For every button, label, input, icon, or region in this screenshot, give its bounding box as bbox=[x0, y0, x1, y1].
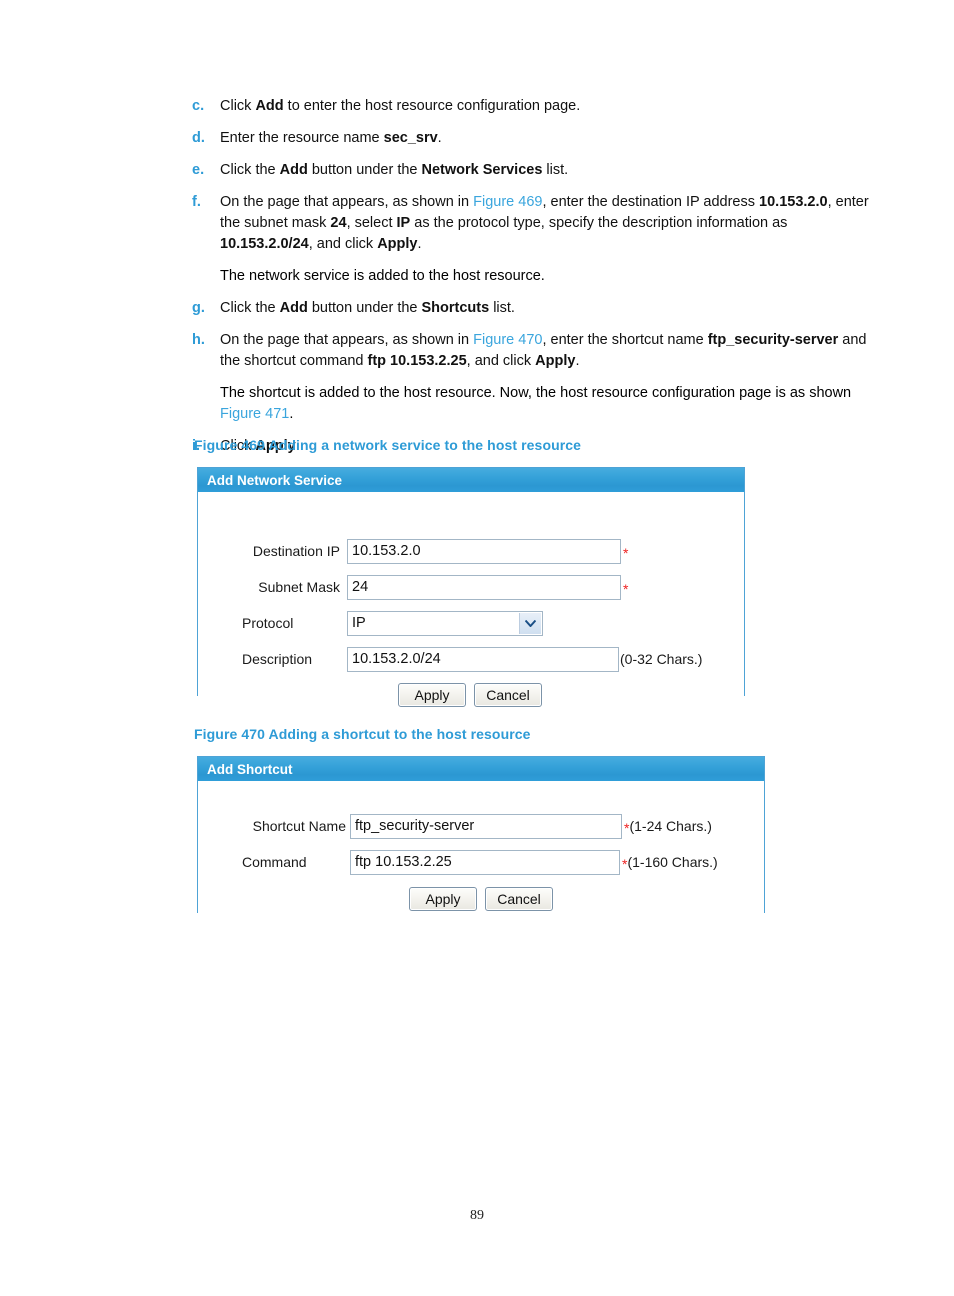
list-item: d. Enter the resource name sec_srv. bbox=[192, 128, 882, 149]
list-item: g. Click the Add button under the Shortc… bbox=[192, 298, 882, 319]
shortcut-name-input[interactable]: ftp_security-server bbox=[350, 813, 622, 839]
figure-470-caption: Figure 470 Adding a shortcut to the host… bbox=[194, 726, 531, 742]
description-hint: (0-32 Chars.) bbox=[620, 651, 703, 667]
dialog-body: Destination IP 10.153.2.0 * Subnet Mask … bbox=[198, 493, 744, 707]
list-marker: c. bbox=[192, 98, 205, 114]
list-item: c. Click Add to enter the host resource … bbox=[192, 96, 882, 117]
cancel-button[interactable]: Cancel bbox=[485, 887, 553, 911]
form-row-subnet-mask: Subnet Mask 24 * bbox=[242, 574, 628, 600]
list-item-text: Click the Add button under the Network S… bbox=[220, 162, 569, 178]
protocol-select-value: IP bbox=[352, 614, 366, 631]
required-asterisk: * bbox=[623, 581, 629, 597]
dialog-button-row: Apply Cancel bbox=[398, 683, 542, 707]
form-row-shortcut-name: Shortcut Name ftp_security-server * (1-2… bbox=[242, 813, 712, 839]
form-row-protocol: Protocol IP bbox=[242, 610, 543, 636]
protocol-label: Protocol bbox=[242, 615, 294, 631]
list-item-text: Click the Add button under the Shortcuts… bbox=[220, 300, 515, 316]
list-marker: d. bbox=[192, 130, 205, 146]
description-input[interactable]: 10.153.2.0/24 bbox=[347, 646, 619, 672]
required-asterisk: * bbox=[622, 856, 628, 872]
cancel-button[interactable]: Cancel bbox=[474, 683, 542, 707]
form-row-command: Command ftp 10.153.2.25 * (1-160 Chars.) bbox=[242, 849, 718, 875]
dialog-button-row: Apply Cancel bbox=[409, 887, 553, 911]
add-shortcut-dialog: Add Shortcut Shortcut Name ftp_security-… bbox=[197, 756, 765, 913]
apply-button[interactable]: Apply bbox=[398, 683, 466, 707]
command-input[interactable]: ftp 10.153.2.25 bbox=[350, 849, 620, 875]
list-item: e. Click the Add button under the Networ… bbox=[192, 160, 882, 181]
list-item: f. On the page that appears, as shown in… bbox=[192, 192, 882, 255]
destination-ip-label: Destination IP bbox=[252, 543, 340, 559]
document-page: c. Click Add to enter the host resource … bbox=[0, 0, 954, 1296]
form-row-destination-ip: Destination IP 10.153.2.0 * bbox=[242, 538, 628, 564]
add-network-service-dialog: Add Network Service Destination IP 10.15… bbox=[197, 467, 745, 707]
subnet-mask-label: Subnet Mask bbox=[258, 579, 340, 595]
required-asterisk: * bbox=[623, 545, 629, 561]
list-item-text: Enter the resource name sec_srv. bbox=[220, 130, 442, 146]
list-item: h. On the page that appears, as shown in… bbox=[192, 330, 882, 372]
list-item-text: On the page that appears, as shown in Fi… bbox=[220, 194, 869, 252]
form-row-description: Description 10.153.2.0/24 (0-32 Chars.) bbox=[242, 646, 702, 672]
description-label: Description bbox=[242, 651, 313, 667]
dialog-body: Shortcut Name ftp_security-server * (1-2… bbox=[198, 782, 764, 913]
protocol-select[interactable]: IP bbox=[347, 610, 543, 636]
list-item-text: Click Add to enter the host resource con… bbox=[220, 98, 581, 114]
list-marker: g. bbox=[192, 300, 205, 316]
chevron-down-icon[interactable] bbox=[519, 612, 541, 634]
apply-button[interactable]: Apply bbox=[409, 887, 477, 911]
list-item-text: On the page that appears, as shown in Fi… bbox=[220, 332, 867, 369]
page-number: 89 bbox=[470, 1208, 484, 1223]
dialog-title-bar: Add Network Service bbox=[198, 468, 744, 493]
note-network-service-added: The network service is added to the host… bbox=[220, 268, 545, 284]
subnet-mask-input[interactable]: 24 bbox=[347, 574, 621, 600]
command-hint: (1-160 Chars.) bbox=[627, 854, 718, 870]
list-marker: f. bbox=[192, 194, 201, 210]
note-shortcut-added: The shortcut is added to the host resour… bbox=[220, 385, 852, 422]
required-asterisk: * bbox=[624, 820, 630, 836]
list-marker: h. bbox=[192, 332, 205, 348]
destination-ip-input[interactable]: 10.153.2.0 bbox=[347, 538, 621, 564]
procedure-list: c. Click Add to enter the host resource … bbox=[192, 96, 882, 468]
figure-469-caption: Figure 469 Adding a network service to t… bbox=[194, 437, 582, 453]
shortcut-name-label: Shortcut Name bbox=[252, 818, 346, 834]
dialog-title-bar: Add Shortcut bbox=[198, 757, 764, 782]
command-label: Command bbox=[242, 854, 307, 870]
list-marker: e. bbox=[192, 162, 205, 178]
shortcut-name-hint: (1-24 Chars.) bbox=[629, 818, 712, 834]
